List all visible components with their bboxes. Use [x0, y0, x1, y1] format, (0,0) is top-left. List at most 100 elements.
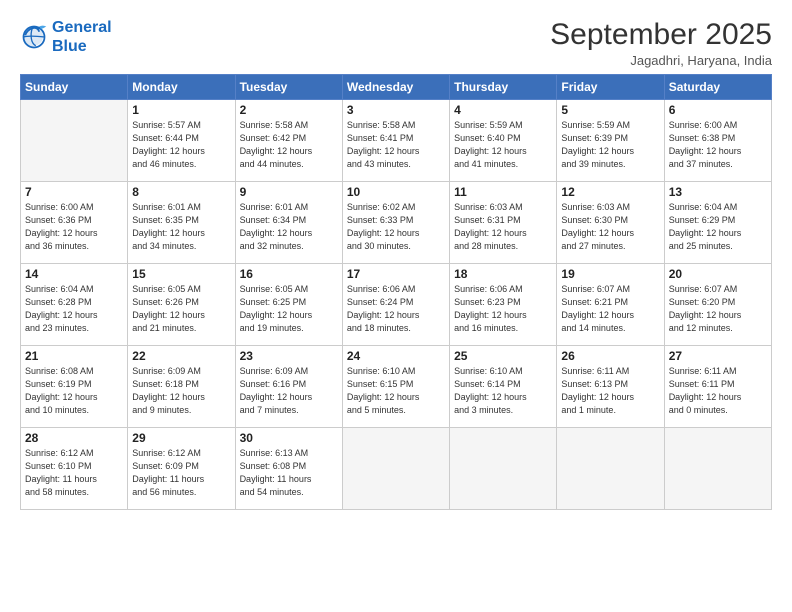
day-info: Sunrise: 5:59 AM Sunset: 6:40 PM Dayligh…: [454, 119, 552, 171]
day-info: Sunrise: 6:03 AM Sunset: 6:30 PM Dayligh…: [561, 201, 659, 253]
day-info: Sunrise: 6:13 AM Sunset: 6:08 PM Dayligh…: [240, 447, 338, 499]
calendar-body: 1Sunrise: 5:57 AM Sunset: 6:44 PM Daylig…: [21, 100, 772, 510]
calendar-header: SundayMondayTuesdayWednesdayThursdayFrid…: [21, 75, 772, 100]
day-info: Sunrise: 6:06 AM Sunset: 6:24 PM Dayligh…: [347, 283, 445, 335]
day-info: Sunrise: 6:00 AM Sunset: 6:36 PM Dayligh…: [25, 201, 123, 253]
day-number: 2: [240, 103, 338, 117]
day-info: Sunrise: 6:01 AM Sunset: 6:34 PM Dayligh…: [240, 201, 338, 253]
calendar-day-cell: 18 Sunrise: 6:06 AM Sunset: 6:23 PM Dayli…: [450, 264, 557, 346]
logo-blue: Blue: [52, 38, 87, 55]
weekday-header: Tuesday: [235, 75, 342, 100]
weekday-row: SundayMondayTuesdayWednesdayThursdayFrid…: [21, 75, 772, 100]
logo: General Blue: [20, 18, 112, 56]
day-info: Sunrise: 5:58 AM Sunset: 6:42 PM Dayligh…: [240, 119, 338, 171]
day-number: 3: [347, 103, 445, 117]
day-info: Sunrise: 6:07 AM Sunset: 6:21 PM Dayligh…: [561, 283, 659, 335]
calendar-day-cell: 24 Sunrise: 6:10 AM Sunset: 6:15 PM Dayli…: [342, 346, 449, 428]
day-number: 15: [132, 267, 230, 281]
calendar-day-cell: 30Sunrise: 6:13 AM Sunset: 6:08 PM Dayli…: [235, 428, 342, 510]
day-info: Sunrise: 6:10 AM Sunset: 6:14 PM Dayligh…: [454, 365, 552, 417]
calendar-week-row: 14 Sunrise: 6:04 AM Sunset: 6:28 PM Dayli…: [21, 264, 772, 346]
day-number: 12: [561, 185, 659, 199]
day-info: Sunrise: 6:01 AM Sunset: 6:35 PM Dayligh…: [132, 201, 230, 253]
day-info: Sunrise: 6:05 AM Sunset: 6:26 PM Dayligh…: [132, 283, 230, 335]
calendar-day-cell: 17Sunrise: 6:06 AM Sunset: 6:24 PM Dayli…: [342, 264, 449, 346]
day-number: 10: [347, 185, 445, 199]
day-info: Sunrise: 6:12 AM Sunset: 6:10 PM Dayligh…: [25, 447, 123, 499]
calendar-day-cell: 23 Sunrise: 6:09 AM Sunset: 6:16 PM Dayli…: [235, 346, 342, 428]
calendar-day-cell: 16 Sunrise: 6:05 AM Sunset: 6:25 PM Dayli…: [235, 264, 342, 346]
day-number: 1: [132, 103, 230, 117]
day-info: Sunrise: 6:08 AM Sunset: 6:19 PM Dayligh…: [25, 365, 123, 417]
title-block: September 2025 Jagadhri, Haryana, India: [550, 18, 772, 68]
day-number: 29: [132, 431, 230, 445]
day-number: 4: [454, 103, 552, 117]
logo-icon: [20, 23, 48, 51]
calendar-day-cell: 9 Sunrise: 6:01 AM Sunset: 6:34 PM Daylig…: [235, 182, 342, 264]
day-number: 13: [669, 185, 767, 199]
calendar-week-row: 21Sunrise: 6:08 AM Sunset: 6:19 PM Dayli…: [21, 346, 772, 428]
header: General Blue September 2025 Jagadhri, Ha…: [20, 18, 772, 68]
weekday-header: Monday: [128, 75, 235, 100]
page: General Blue September 2025 Jagadhri, Ha…: [0, 0, 792, 612]
calendar-day-cell: 10 Sunrise: 6:02 AM Sunset: 6:33 PM Dayli…: [342, 182, 449, 264]
month-title: September 2025: [550, 18, 772, 51]
calendar-day-cell: 4 Sunrise: 5:59 AM Sunset: 6:40 PM Daylig…: [450, 100, 557, 182]
day-info: Sunrise: 6:07 AM Sunset: 6:20 PM Dayligh…: [669, 283, 767, 335]
calendar-day-cell: 5 Sunrise: 5:59 AM Sunset: 6:39 PM Daylig…: [557, 100, 664, 182]
day-info: Sunrise: 6:10 AM Sunset: 6:15 PM Dayligh…: [347, 365, 445, 417]
calendar-day-cell: 22Sunrise: 6:09 AM Sunset: 6:18 PM Dayli…: [128, 346, 235, 428]
calendar-day-cell: 20 Sunrise: 6:07 AM Sunset: 6:20 PM Dayli…: [664, 264, 771, 346]
calendar-day-cell: 1Sunrise: 5:57 AM Sunset: 6:44 PM Daylig…: [128, 100, 235, 182]
day-info: Sunrise: 6:00 AM Sunset: 6:38 PM Dayligh…: [669, 119, 767, 171]
calendar-day-cell: 7 Sunrise: 6:00 AM Sunset: 6:36 PM Daylig…: [21, 182, 128, 264]
logo-text: General Blue: [52, 18, 112, 56]
day-number: 7: [25, 185, 123, 199]
calendar-week-row: 1Sunrise: 5:57 AM Sunset: 6:44 PM Daylig…: [21, 100, 772, 182]
day-info: Sunrise: 6:04 AM Sunset: 6:29 PM Dayligh…: [669, 201, 767, 253]
day-info: Sunrise: 6:04 AM Sunset: 6:28 PM Dayligh…: [25, 283, 123, 335]
day-info: Sunrise: 6:03 AM Sunset: 6:31 PM Dayligh…: [454, 201, 552, 253]
weekday-header: Saturday: [664, 75, 771, 100]
day-number: 19: [561, 267, 659, 281]
day-number: 20: [669, 267, 767, 281]
logo-general: General: [52, 19, 112, 36]
day-info: Sunrise: 6:02 AM Sunset: 6:33 PM Dayligh…: [347, 201, 445, 253]
calendar-day-cell: [664, 428, 771, 510]
day-number: 14: [25, 267, 123, 281]
calendar-day-cell: 13 Sunrise: 6:04 AM Sunset: 6:29 PM Dayli…: [664, 182, 771, 264]
day-info: Sunrise: 6:09 AM Sunset: 6:16 PM Dayligh…: [240, 365, 338, 417]
calendar-day-cell: 28Sunrise: 6:12 AM Sunset: 6:10 PM Dayli…: [21, 428, 128, 510]
location-subtitle: Jagadhri, Haryana, India: [550, 53, 772, 68]
calendar-day-cell: 15 Sunrise: 6:05 AM Sunset: 6:26 PM Dayli…: [128, 264, 235, 346]
day-info: Sunrise: 6:06 AM Sunset: 6:23 PM Dayligh…: [454, 283, 552, 335]
calendar-day-cell: 21Sunrise: 6:08 AM Sunset: 6:19 PM Dayli…: [21, 346, 128, 428]
calendar-day-cell: 6 Sunrise: 6:00 AM Sunset: 6:38 PM Daylig…: [664, 100, 771, 182]
calendar-day-cell: [21, 100, 128, 182]
day-number: 6: [669, 103, 767, 117]
calendar-day-cell: 8Sunrise: 6:01 AM Sunset: 6:35 PM Daylig…: [128, 182, 235, 264]
calendar-day-cell: 12 Sunrise: 6:03 AM Sunset: 6:30 PM Dayli…: [557, 182, 664, 264]
day-number: 24: [347, 349, 445, 363]
day-number: 5: [561, 103, 659, 117]
day-number: 23: [240, 349, 338, 363]
day-info: Sunrise: 5:59 AM Sunset: 6:39 PM Dayligh…: [561, 119, 659, 171]
calendar-day-cell: [450, 428, 557, 510]
day-number: 27: [669, 349, 767, 363]
calendar-day-cell: 19 Sunrise: 6:07 AM Sunset: 6:21 PM Dayli…: [557, 264, 664, 346]
calendar-day-cell: 11 Sunrise: 6:03 AM Sunset: 6:31 PM Dayli…: [450, 182, 557, 264]
day-number: 26: [561, 349, 659, 363]
calendar-day-cell: [557, 428, 664, 510]
day-number: 25: [454, 349, 552, 363]
weekday-header: Sunday: [21, 75, 128, 100]
calendar-day-cell: 25 Sunrise: 6:10 AM Sunset: 6:14 PM Dayli…: [450, 346, 557, 428]
calendar: SundayMondayTuesdayWednesdayThursdayFrid…: [20, 74, 772, 510]
day-number: 18: [454, 267, 552, 281]
day-info: Sunrise: 6:05 AM Sunset: 6:25 PM Dayligh…: [240, 283, 338, 335]
calendar-day-cell: 26Sunrise: 6:11 AM Sunset: 6:13 PM Dayli…: [557, 346, 664, 428]
day-number: 11: [454, 185, 552, 199]
day-number: 16: [240, 267, 338, 281]
day-number: 9: [240, 185, 338, 199]
calendar-day-cell: 2 Sunrise: 5:58 AM Sunset: 6:42 PM Daylig…: [235, 100, 342, 182]
weekday-header: Thursday: [450, 75, 557, 100]
